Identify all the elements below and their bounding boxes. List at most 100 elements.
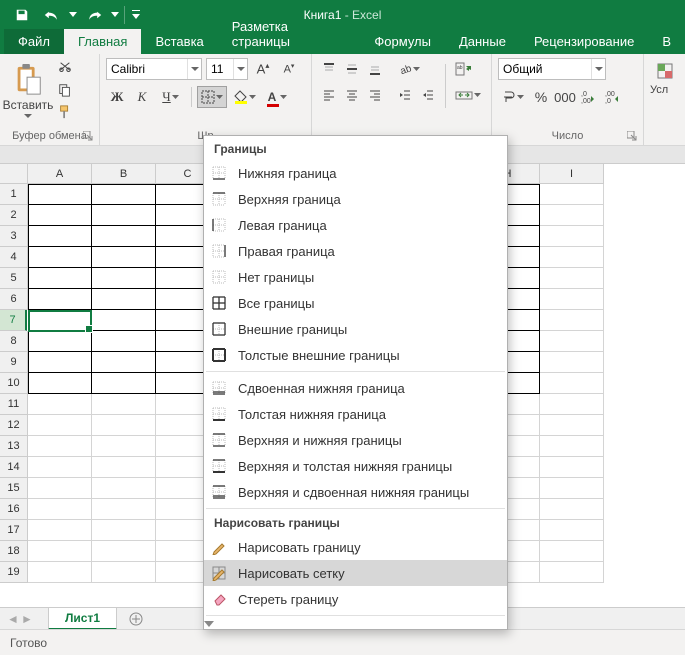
row-header[interactable]: 18: [0, 541, 28, 562]
undo-dropdown-arrow[interactable]: [68, 3, 78, 27]
undo-button[interactable]: [38, 3, 66, 27]
tab-page-layout[interactable]: Разметка страницы: [218, 14, 361, 54]
cell[interactable]: [28, 373, 92, 394]
cell[interactable]: [28, 268, 92, 289]
row-header[interactable]: 11: [0, 394, 28, 415]
cell[interactable]: [92, 520, 156, 541]
row-header[interactable]: 4: [0, 247, 28, 268]
cell[interactable]: [92, 436, 156, 457]
decrease-font-button[interactable]: A▾: [278, 58, 300, 80]
increase-font-button[interactable]: A▴: [252, 58, 274, 80]
cell[interactable]: [540, 331, 604, 352]
font-name-input[interactable]: [107, 62, 187, 76]
menu-item[interactable]: Верхняя и сдвоенная нижняя границы: [204, 479, 507, 505]
cell[interactable]: [540, 373, 604, 394]
accounting-format-button[interactable]: [498, 86, 528, 108]
cell[interactable]: [92, 226, 156, 247]
row-header[interactable]: 8: [0, 331, 28, 352]
cell[interactable]: [540, 310, 604, 331]
format-painter-button[interactable]: [54, 102, 76, 122]
row-header[interactable]: 2: [0, 205, 28, 226]
cell[interactable]: [28, 289, 92, 310]
row-header[interactable]: 13: [0, 436, 28, 457]
cell[interactable]: [28, 226, 92, 247]
row-header[interactable]: 10: [0, 373, 28, 394]
cut-button[interactable]: [54, 58, 76, 78]
cell[interactable]: [92, 268, 156, 289]
number-format-combo[interactable]: [498, 58, 606, 80]
menu-item[interactable]: Верхняя и толстая нижняя границы: [204, 453, 507, 479]
tab-insert[interactable]: Вставка: [141, 29, 217, 54]
cell[interactable]: [28, 394, 92, 415]
row-header[interactable]: 5: [0, 268, 28, 289]
menu-item[interactable]: Толстая нижняя граница: [204, 401, 507, 427]
cell[interactable]: [540, 226, 604, 247]
percent-button[interactable]: %: [530, 86, 552, 108]
cell[interactable]: [92, 373, 156, 394]
align-top-button[interactable]: [318, 58, 340, 80]
cell[interactable]: [92, 352, 156, 373]
cell[interactable]: [28, 247, 92, 268]
menu-item[interactable]: Внешние границы: [204, 316, 507, 342]
menu-item[interactable]: Верхняя граница: [204, 186, 507, 212]
menu-item[interactable]: Нарисовать границу: [204, 534, 507, 560]
number-format-input[interactable]: [499, 62, 591, 76]
cell[interactable]: [28, 478, 92, 499]
align-right-button[interactable]: [364, 84, 386, 106]
increase-indent-button[interactable]: [417, 84, 439, 106]
cell[interactable]: [28, 541, 92, 562]
cell[interactable]: [540, 499, 604, 520]
row-header[interactable]: 7: [0, 310, 27, 331]
qat-customize-arrow[interactable]: [129, 3, 143, 27]
cell[interactable]: [540, 478, 604, 499]
redo-dropdown-arrow[interactable]: [110, 3, 120, 27]
wrap-text-button[interactable]: ab: [452, 58, 476, 80]
menu-item[interactable]: Стереть границу: [204, 586, 507, 612]
cell[interactable]: [540, 541, 604, 562]
row-header[interactable]: 12: [0, 415, 28, 436]
font-name-combo[interactable]: [106, 58, 202, 80]
cell[interactable]: [540, 436, 604, 457]
cell[interactable]: [28, 352, 92, 373]
cell[interactable]: [28, 310, 92, 331]
cell[interactable]: [28, 520, 92, 541]
cell[interactable]: [540, 415, 604, 436]
cell[interactable]: [540, 184, 604, 205]
cell[interactable]: [92, 394, 156, 415]
menu-item[interactable]: Нарисовать сетку: [204, 560, 507, 586]
align-bottom-button[interactable]: [364, 58, 386, 80]
align-center-button[interactable]: [341, 84, 363, 106]
save-button[interactable]: [8, 3, 36, 27]
merge-button[interactable]: [452, 84, 484, 106]
select-all-corner[interactable]: [0, 164, 28, 184]
comma-button[interactable]: 000: [554, 86, 576, 108]
menu-item[interactable]: Нет границы: [204, 264, 507, 290]
font-size-input[interactable]: [207, 62, 233, 76]
menu-more-indicator[interactable]: [204, 619, 507, 627]
cell[interactable]: [540, 457, 604, 478]
row-header[interactable]: 3: [0, 226, 28, 247]
tab-review[interactable]: Рецензирование: [520, 29, 648, 54]
font-size-combo[interactable]: [206, 58, 248, 80]
cell[interactable]: [540, 352, 604, 373]
cell[interactable]: [540, 268, 604, 289]
tab-formulas[interactable]: Формулы: [360, 29, 445, 54]
italic-button[interactable]: К: [131, 86, 153, 108]
column-header[interactable]: B: [92, 164, 156, 184]
cell[interactable]: [28, 457, 92, 478]
tab-home[interactable]: Главная: [64, 29, 141, 54]
row-header[interactable]: 9: [0, 352, 28, 373]
row-header[interactable]: 1: [0, 184, 28, 205]
copy-button[interactable]: [54, 80, 76, 100]
clipboard-launcher-icon[interactable]: [83, 131, 95, 143]
add-sheet-button[interactable]: [125, 608, 147, 630]
sheet-tab-active[interactable]: Лист1: [48, 607, 117, 630]
cell[interactable]: [28, 331, 92, 352]
column-header[interactable]: A: [28, 164, 92, 184]
menu-item[interactable]: Левая граница: [204, 212, 507, 238]
cell[interactable]: [540, 394, 604, 415]
row-header[interactable]: 15: [0, 478, 28, 499]
row-header[interactable]: 17: [0, 520, 28, 541]
cell[interactable]: [540, 289, 604, 310]
cell[interactable]: [28, 499, 92, 520]
